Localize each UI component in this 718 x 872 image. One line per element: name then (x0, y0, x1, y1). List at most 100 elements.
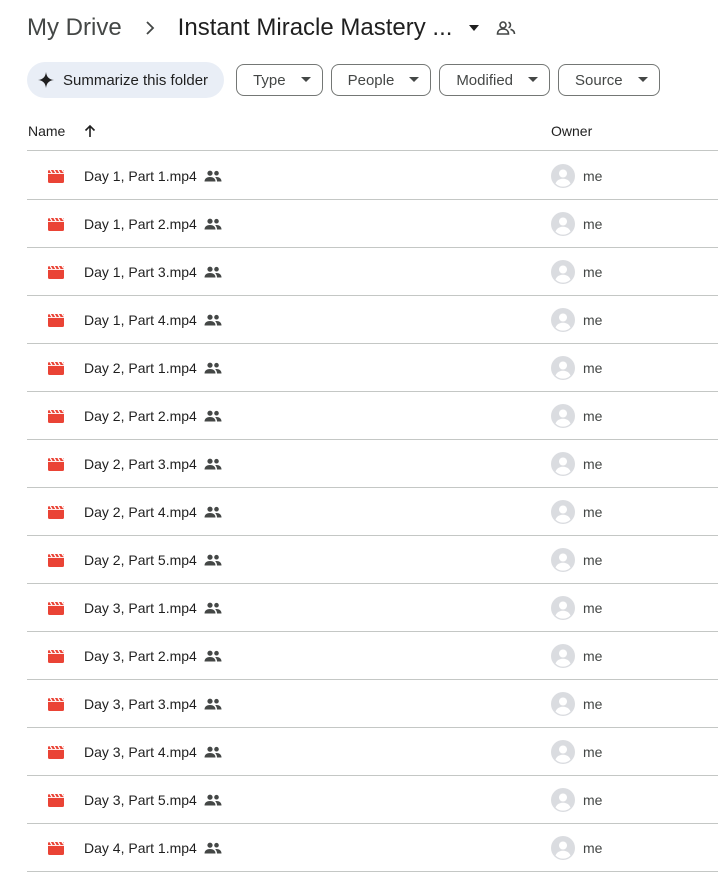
file-name: Day 2, Part 4.mp4 (84, 504, 197, 520)
video-file-icon (47, 504, 65, 520)
chip-label: Source (575, 71, 623, 89)
shared-people-icon (204, 839, 222, 857)
avatar-icon (551, 356, 575, 380)
table-row[interactable]: Day 1, Part 2.mp4 me (27, 200, 718, 248)
file-name: Day 3, Part 5.mp4 (84, 792, 197, 808)
owner-name: me (583, 792, 603, 808)
shared-people-icon (204, 455, 222, 473)
avatar-icon (551, 212, 575, 236)
filter-chip-modified[interactable]: Modified (439, 64, 551, 96)
owner-cell: me (551, 260, 602, 284)
filter-chip-people[interactable]: People (330, 64, 432, 96)
owner-cell: me (551, 356, 602, 380)
arrow-up-icon[interactable] (82, 123, 98, 139)
table-row[interactable]: Day 1, Part 4.mp4 me (27, 296, 718, 344)
table-row[interactable]: Day 3, Part 3.mp4 me (27, 680, 718, 728)
owner-name: me (583, 264, 603, 280)
table-row[interactable]: Day 2, Part 1.mp4 me (27, 344, 718, 392)
file-list: Day 1, Part 1.mp4 me Day 1, Part 2.mp4 m… (27, 152, 718, 872)
avatar-icon (551, 596, 575, 620)
file-name-cell: Day 3, Part 4.mp4 (84, 743, 222, 761)
owner-name: me (583, 600, 603, 616)
owner-cell: me (551, 548, 602, 572)
table-row[interactable]: Day 3, Part 4.mp4 me (27, 728, 718, 776)
video-file-icon (47, 168, 65, 184)
shared-people-icon (204, 359, 222, 377)
shared-people-icon (204, 551, 222, 569)
avatar-icon (551, 260, 575, 284)
file-name-cell: Day 3, Part 3.mp4 (84, 695, 222, 713)
sparkle-icon (37, 71, 55, 89)
shared-people-icon (204, 695, 222, 713)
caret-down-icon (527, 74, 539, 86)
video-file-icon (47, 648, 65, 664)
file-name-cell: Day 1, Part 4.mp4 (84, 311, 222, 329)
video-file-icon (47, 696, 65, 712)
owner-name: me (583, 744, 603, 760)
column-name-label: Name (28, 123, 66, 139)
chevron-right-icon (122, 16, 178, 40)
file-name-cell: Day 3, Part 1.mp4 (84, 599, 222, 617)
breadcrumb-current-folder[interactable]: Instant Miracle Mastery ... (178, 14, 453, 42)
table-header: Name Owner (27, 113, 718, 151)
owner-cell: me (551, 452, 602, 476)
column-header-name[interactable]: Name (28, 123, 98, 139)
owner-name: me (583, 696, 603, 712)
summarize-label: Summarize this folder (63, 71, 209, 89)
table-row[interactable]: Day 1, Part 3.mp4 me (27, 248, 718, 296)
file-name: Day 2, Part 2.mp4 (84, 408, 197, 424)
table-row[interactable]: Day 3, Part 5.mp4 me (27, 776, 718, 824)
column-owner-label: Owner (551, 123, 593, 139)
chip-label: People (347, 71, 395, 89)
video-file-icon (47, 600, 65, 616)
caret-down-icon (637, 74, 649, 86)
file-name: Day 4, Part 1.mp4 (84, 840, 197, 856)
file-name: Day 1, Part 2.mp4 (84, 216, 197, 232)
owner-cell: me (551, 644, 602, 668)
file-name: Day 1, Part 1.mp4 (84, 168, 197, 184)
avatar-icon (551, 500, 575, 524)
avatar-icon (551, 164, 575, 188)
avatar-icon (551, 644, 575, 668)
table-row[interactable]: Day 2, Part 4.mp4 me (27, 488, 718, 536)
video-file-icon (47, 456, 65, 472)
caret-down-icon (408, 74, 420, 86)
shared-people-icon (204, 647, 222, 665)
owner-name: me (583, 216, 603, 232)
shared-people-icon (204, 791, 222, 809)
shared-people-icon (204, 743, 222, 761)
table-row[interactable]: Day 2, Part 5.mp4 me (27, 536, 718, 584)
table-row[interactable]: Day 3, Part 2.mp4 me (27, 632, 718, 680)
file-name-cell: Day 2, Part 3.mp4 (84, 455, 222, 473)
shared-folder-icon[interactable] (494, 16, 518, 40)
table-row[interactable]: Day 3, Part 1.mp4 me (27, 584, 718, 632)
breadcrumb-my-drive[interactable]: My Drive (27, 12, 122, 44)
file-name-cell: Day 4, Part 1.mp4 (84, 839, 222, 857)
table-row[interactable]: Day 2, Part 3.mp4 me (27, 440, 718, 488)
owner-name: me (583, 648, 603, 664)
file-name-cell: Day 1, Part 3.mp4 (84, 263, 222, 281)
owner-name: me (583, 456, 603, 472)
video-file-icon (47, 408, 65, 424)
filter-chip-source[interactable]: Source (558, 64, 660, 96)
avatar-icon (551, 836, 575, 860)
file-name-cell: Day 2, Part 4.mp4 (84, 503, 222, 521)
avatar-icon (551, 788, 575, 812)
table-row[interactable]: Day 2, Part 2.mp4 me (27, 392, 718, 440)
summarize-folder-button[interactable]: Summarize this folder (27, 62, 225, 98)
owner-name: me (583, 840, 603, 856)
owner-cell: me (551, 212, 602, 236)
caret-down-icon[interactable] (464, 18, 484, 38)
video-file-icon (47, 552, 65, 568)
owner-name: me (583, 360, 603, 376)
file-name: Day 3, Part 3.mp4 (84, 696, 197, 712)
chip-label: Type (253, 71, 286, 89)
column-header-owner[interactable]: Owner (551, 123, 592, 139)
file-name: Day 1, Part 3.mp4 (84, 264, 197, 280)
filter-chip-type[interactable]: Type (236, 64, 323, 96)
shared-people-icon (204, 407, 222, 425)
table-row[interactable]: Day 1, Part 1.mp4 me (27, 152, 718, 200)
avatar-icon (551, 452, 575, 476)
owner-cell: me (551, 740, 602, 764)
owner-name: me (583, 408, 603, 424)
